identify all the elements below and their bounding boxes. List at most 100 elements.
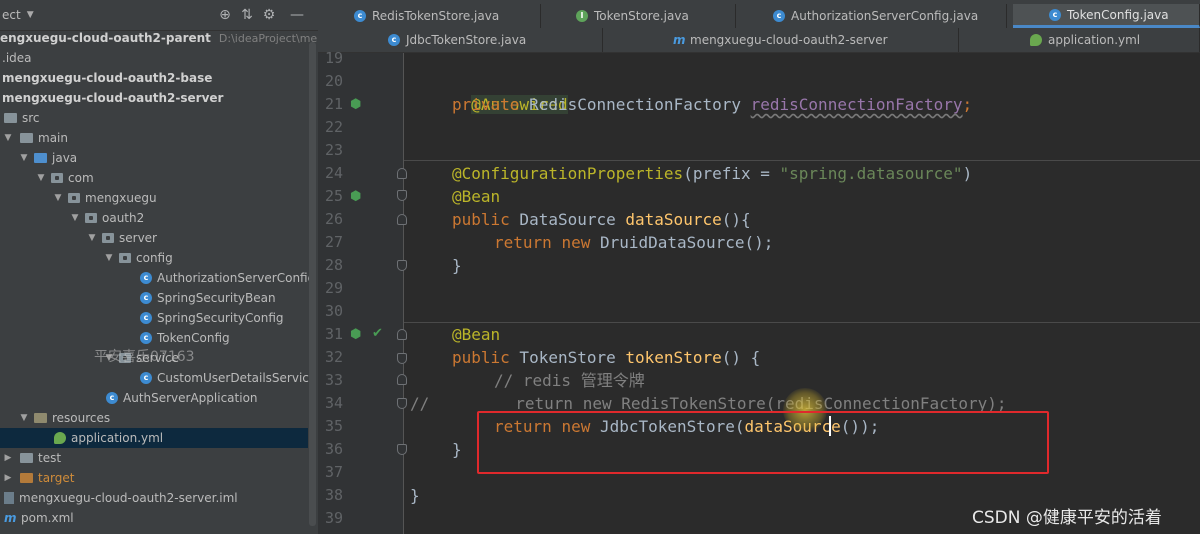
code-token: ) [962,164,973,183]
fold-marker-icon[interactable] [397,190,407,201]
code-line-20[interactable]: @Autowired [452,70,568,114]
fold-marker-icon[interactable] [397,214,407,225]
tree-item-application-yml[interactable]: application.yml [0,428,308,448]
red-annotation-box [477,411,1049,474]
fold-marker-icon[interactable] [397,260,407,271]
expand-arrow-icon[interactable]: ▼ [2,133,14,143]
collapse-icon[interactable]: ⇅ [236,7,258,23]
expand-arrow-icon[interactable]: ▼ [18,153,30,163]
hide-icon[interactable]: — [286,7,308,23]
expand-arrow-icon[interactable]: ▼ [18,413,30,423]
tree-item-label: target [38,471,75,485]
expand-arrow-icon[interactable]: ▼ [69,213,81,223]
tree-item-label: mengxuegu [85,191,157,205]
fold-marker-icon[interactable] [397,374,407,385]
collapsed-arrow-icon[interactable]: ▶ [2,453,14,463]
tree-item-resources[interactable]: ▼ resources [0,408,308,428]
tree-item-springsecurityconfig[interactable]: c SpringSecurityConfig [0,308,308,328]
tree-item-server[interactable]: ▼ server [0,228,308,248]
code-line-27[interactable]: return new DruidDataSource(); [494,231,773,254]
fold-marker-icon[interactable] [397,168,407,179]
tree-item-java[interactable]: ▼ java [0,148,308,168]
tree-item-idea[interactable]: .idea [0,48,308,68]
tree-item-service[interactable]: ▼ service [0,348,308,368]
autowired-navigation-icon[interactable]: ⬢ [350,98,361,111]
line-number: 34 [324,394,343,412]
expand-arrow-icon[interactable]: ▼ [103,353,115,363]
tab-tokenconfig[interactable]: c TokenConfig.java [1013,4,1200,28]
fold-marker-icon[interactable] [397,398,407,409]
maven-icon: m [673,33,686,47]
expand-arrow-icon[interactable]: ▼ [35,173,47,183]
tab-redistokenstore[interactable]: c RedisTokenStore.java [354,4,541,28]
code-line-36[interactable]: } [452,438,462,461]
code-line-25[interactable]: @Bean [452,185,500,208]
tab-tokenstore[interactable]: I TokenStore.java [576,4,736,28]
code-line-28[interactable]: } [452,254,462,277]
tab-jdbctokenstore[interactable]: c JdbcTokenStore.java [388,28,603,52]
tree-item-authserverapplication[interactable]: c AuthServerApplication [0,388,308,408]
fold-marker-icon[interactable] [397,329,407,340]
line-number: 27 [324,233,343,251]
tree-item-pom[interactable]: m pom.xml [0,508,308,528]
fold-marker-icon[interactable] [397,353,407,364]
tab-application-yml[interactable]: application.yml [1030,28,1200,52]
locate-icon[interactable]: ⊕ [214,7,236,23]
code-token: = [750,164,780,183]
line-number: 22 [324,118,343,136]
package-icon [119,353,131,363]
tab-authorizationserverconfig[interactable]: c AuthorizationServerConfig.java [773,4,1007,28]
code-line-38[interactable]: } [410,484,420,507]
tree-item-tokenconfig[interactable]: c TokenConfig [0,328,308,348]
expand-arrow-icon[interactable]: ▼ [52,193,64,203]
tree-item-config[interactable]: ▼ config [0,248,308,268]
line-number: 19 [324,49,343,67]
tree-item-main[interactable]: ▼ main [0,128,308,148]
code-token: return [494,233,552,252]
code-token: @Bean [452,187,501,206]
bean-navigation-icon[interactable]: ⬢ [350,328,361,341]
code-line-32[interactable]: public TokenStore tokenStore() { [452,346,760,369]
collapsed-arrow-icon[interactable]: ▶ [2,473,14,483]
tab-label: TokenConfig.java [1067,7,1169,22]
tree-item-oauth2[interactable]: ▼ oauth2 [0,208,308,228]
code-line-21[interactable]: private RedisConnectionFactory redisConn… [452,93,972,116]
code-line-24[interactable]: @ConfigurationProperties(prefix = "sprin… [452,162,972,185]
code-line-26[interactable]: public DataSource dataSource(){ [452,208,751,231]
project-scrollbar[interactable] [309,42,316,526]
tree-item-test[interactable]: ▶ test [0,448,308,468]
tree-item-customuserdetailsservice[interactable]: c CustomUserDetailsService [0,368,316,388]
expand-arrow-icon[interactable]: ▼ [86,233,98,243]
chevron-down-icon[interactable]: ▼ [27,10,34,20]
tree-item-base-module[interactable]: mengxuegu-cloud-oauth2-base [0,68,308,88]
tree-item-server-module[interactable]: mengxuegu-cloud-oauth2-server [0,88,308,108]
code-token: prefix [692,164,751,183]
tree-item-parent[interactable]: engxuegu-cloud-oauth2-parent D:\ideaProj… [0,28,345,48]
code-token: DruidDataSource(); [590,233,774,252]
tree-item-springsecuritybean[interactable]: c SpringSecurityBean [0,288,308,308]
code-line-31[interactable]: @Bean [452,323,500,346]
implementation-icon[interactable]: ✔ [372,327,383,340]
project-view-selector[interactable]: ect [2,8,21,22]
tree-item-com[interactable]: ▼ com [0,168,308,188]
code-token: // [410,394,430,413]
code-token: RedisConnectionFactory [519,95,751,114]
java-class-icon: c [140,372,152,384]
bean-navigation-icon[interactable]: ⬢ [350,190,361,203]
tree-item-mengxuegu[interactable]: ▼ mengxuegu [0,188,308,208]
code-line-33[interactable]: // redis 管理令牌 [494,369,645,392]
expand-arrow-icon[interactable]: ▼ [103,253,115,263]
code-token: ; [962,95,973,114]
gear-icon[interactable]: ⚙ [258,7,280,23]
tree-item-target[interactable]: ▶ target [0,468,308,488]
tree-item-iml[interactable]: mengxuegu-cloud-oauth2-server.iml [0,488,308,508]
tab-server-pom[interactable]: m mengxuegu-cloud-oauth2-server [673,28,959,52]
fold-marker-icon[interactable] [397,444,407,455]
code-token: (){ [721,210,751,229]
line-number: 26 [324,210,343,228]
tree-item-authorizationserverconfig[interactable]: c AuthorizationServerConfig [0,268,315,288]
tab-label: application.yml [1048,33,1141,47]
tree-item-src[interactable]: src [0,108,308,128]
tree-item-label: engxuegu-cloud-oauth2-parent [0,31,211,45]
package-icon [119,253,131,263]
